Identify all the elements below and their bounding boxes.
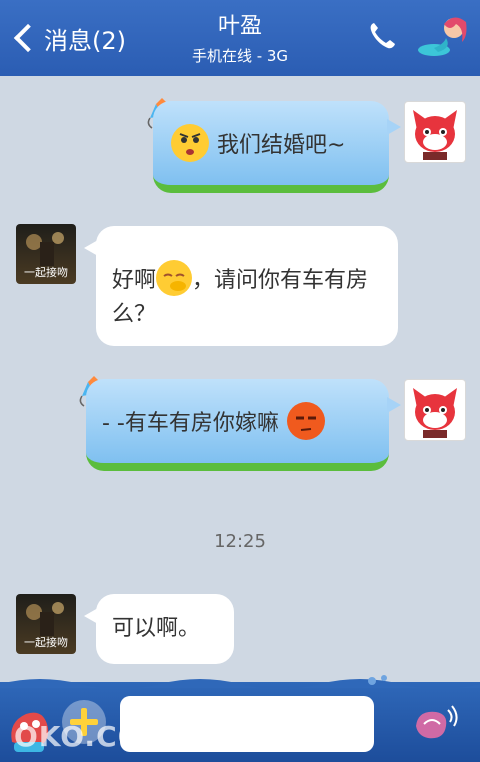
contact-info: 叶盈 手机在线 - 3G: [140, 12, 340, 68]
voice-shell-icon[interactable]: [410, 700, 458, 748]
mermaid-theme-icon[interactable]: [416, 12, 472, 64]
shy-face-icon: [156, 260, 193, 296]
message-timestamp: 12:25: [214, 531, 266, 552]
contact-status: 手机在线 - 3G: [191, 47, 289, 65]
message-text: 我们结婚吧~: [217, 133, 346, 158]
frowning-face-icon: [171, 124, 209, 162]
fox-avatar-icon: [413, 388, 457, 438]
unamused-red-face-icon: [286, 402, 325, 440]
message-input[interactable]: [120, 696, 374, 752]
phone-icon[interactable]: [366, 20, 398, 52]
back-label: 消息(2): [44, 26, 126, 55]
chevron-left-icon: [13, 23, 43, 53]
fox-avatar-icon: [413, 110, 457, 160]
message-list[interactable]: 我们结婚吧~ 一起接吻 好啊 ，请问你有车有房么？ - -有车有房你嫁嘛 12:…: [0, 76, 480, 682]
contact-avatar[interactable]: 一起接吻: [16, 594, 76, 654]
message-text: - -有车有房你嫁嘛: [102, 411, 279, 436]
message-bubble-sent[interactable]: 我们结婚吧~: [153, 101, 401, 193]
avatar-caption: 一起接吻: [24, 636, 68, 649]
message-text: 可以啊。: [112, 616, 201, 641]
message-text-start: 好啊: [112, 268, 157, 293]
my-avatar[interactable]: [404, 379, 466, 441]
message-bubble-received[interactable]: 可以啊。: [84, 594, 234, 664]
contact-name: 叶盈: [217, 14, 262, 39]
avatar-caption: 一起接吻: [24, 266, 68, 279]
contact-avatar[interactable]: 一起接吻: [16, 224, 76, 284]
chat-header: 消息(2) 叶盈 手机在线 - 3G: [0, 0, 480, 76]
message-bubble-sent[interactable]: - -有车有房你嫁嘛: [86, 379, 401, 471]
input-bar: OKO.CO: [0, 675, 480, 762]
wave-decoration-icon: [0, 675, 480, 688]
my-avatar[interactable]: [404, 101, 466, 163]
back-button[interactable]: 消息(2): [12, 18, 126, 58]
message-bubble-received[interactable]: 好啊 ，请问你有车有房么？: [84, 226, 398, 346]
